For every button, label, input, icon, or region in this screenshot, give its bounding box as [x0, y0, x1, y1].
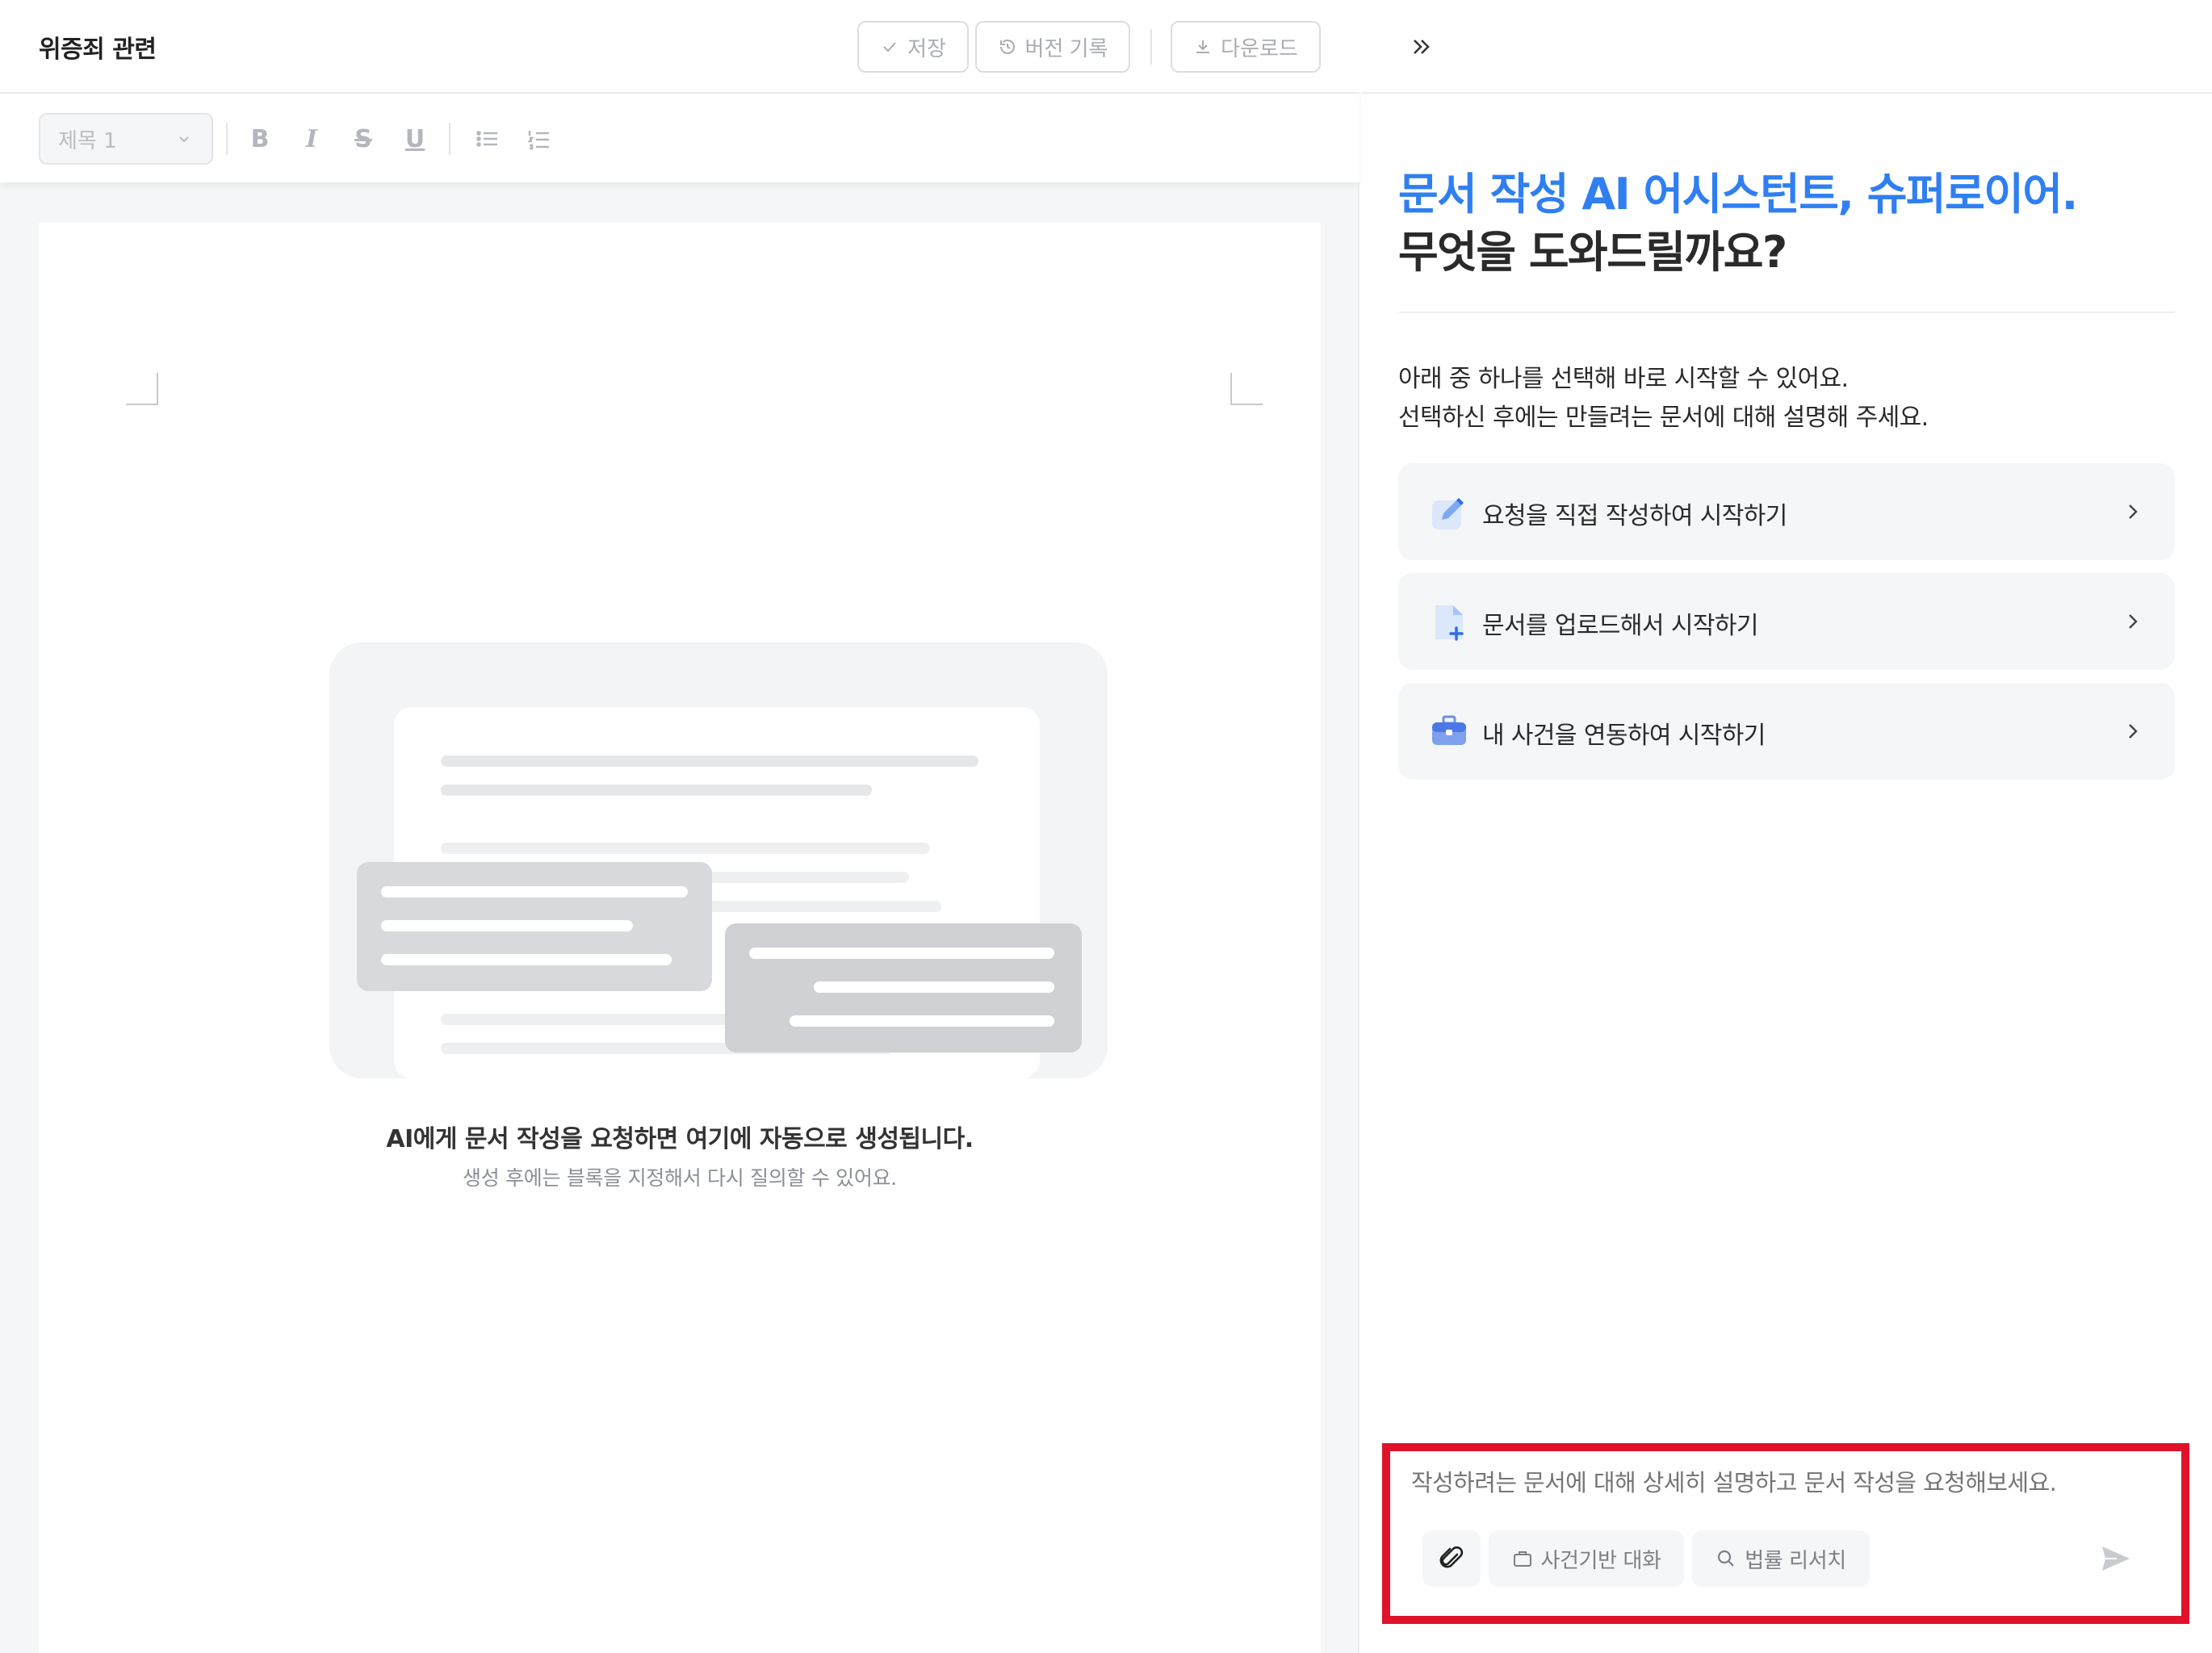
save-label: 저장: [907, 36, 946, 61]
bold-button[interactable]: B: [244, 123, 276, 155]
page-margin-marker: [1230, 373, 1263, 405]
double-chevron-right-icon: [1414, 40, 1430, 54]
version-history-label: 버전 기록: [1024, 36, 1108, 61]
chevron-down-icon: [179, 136, 189, 143]
history-icon: [999, 40, 1015, 54]
paperclip-icon: [1439, 1546, 1464, 1568]
prompt-input[interactable]: [1411, 1469, 2138, 1496]
assistant-greeting-title: 문서 작성 AI 어시스턴트, 슈퍼로이어.: [1398, 169, 2078, 220]
strikethrough-icon: S: [354, 124, 372, 153]
download-icon: [1196, 40, 1210, 53]
empty-state-illustration: [329, 642, 1108, 1078]
underline-icon: U: [404, 124, 425, 153]
briefcase-icon: [1513, 1551, 1531, 1567]
send-icon[interactable]: [2099, 1542, 2133, 1576]
document-page[interactable]: AI에게 문서 작성을 요청하면 여기에 자동으로 생성됩니다. 생성 후에는 …: [39, 223, 1321, 1653]
assistant-intro-text: 선택하신 후에는 만들려는 문서에 대해 설명해 주세요.: [1398, 404, 1929, 432]
briefcase-icon: [1432, 715, 1466, 745]
check-icon: [883, 42, 896, 52]
legal-research-label: 법률 리서치: [1745, 1548, 1846, 1573]
chevron-right-icon: [2129, 504, 2138, 519]
underline-button[interactable]: U: [399, 123, 431, 155]
option-upload-document[interactable]: 문서를 업로드해서 시작하기: [1398, 573, 2175, 670]
download-label: 다운로드: [1221, 36, 1298, 61]
option-label: 요청을 직접 작성하여 시작하기: [1482, 502, 1787, 530]
toolbar-divider: [1150, 29, 1152, 65]
empty-state-subtitle: 생성 후에는 블록을 지정해서 다시 질의할 수 있어요.: [463, 1166, 897, 1190]
option-write-request[interactable]: 요청을 직접 작성하여 시작하기: [1398, 463, 2175, 560]
collapse-panel-button[interactable]: [1405, 31, 1437, 63]
document-title[interactable]: 위증죄 관련: [39, 29, 157, 65]
chevron-right-icon: [2129, 724, 2138, 739]
case-based-chat-chip[interactable]: 사건기반 대화: [1489, 1530, 1684, 1587]
strikethrough-button[interactable]: S: [347, 123, 379, 155]
empty-state-title: AI에게 문서 작성을 요청하면 여기에 자동으로 생성됩니다.: [386, 1125, 974, 1153]
option-link-case[interactable]: 내 사건을 연동하여 시작하기: [1398, 683, 2175, 780]
attach-button[interactable]: [1422, 1530, 1481, 1587]
format-toolbar: 제목 1 B I S U: [0, 94, 1359, 182]
option-label: 문서를 업로드해서 시작하기: [1482, 612, 1758, 640]
format-divider: [449, 123, 450, 155]
bold-icon: B: [250, 124, 270, 153]
chat-composer: 사건기반 대화 법률 리서치: [1398, 1453, 2173, 1611]
assistant-header: [1361, 0, 2212, 94]
italic-icon: I: [305, 124, 318, 153]
page-margin-marker: [126, 373, 158, 405]
bullet-list-button[interactable]: [471, 123, 504, 155]
file-upload-icon: [1435, 605, 1464, 641]
version-history-button[interactable]: 버전 기록: [975, 21, 1130, 73]
legal-research-chip[interactable]: 법률 리서치: [1692, 1530, 1870, 1587]
editor-topbar: 위증죄 관련 저장 버전 기록 다운로드: [0, 0, 1359, 94]
heading-style-select[interactable]: 제목 1: [39, 113, 213, 165]
document-editor: 위증죄 관련 저장 버전 기록 다운로드 제목 1 B I S U AI에게 문…: [0, 0, 1359, 1653]
case-based-chat-label: 사건기반 대화: [1540, 1548, 1661, 1573]
option-label: 내 사건을 연동하여 시작하기: [1482, 722, 1766, 750]
assistant-divider: [1398, 312, 2175, 313]
edit-icon: [1432, 498, 1464, 529]
numbered-list-button[interactable]: [523, 123, 555, 155]
search-icon: [1718, 1550, 1735, 1567]
ai-assistant-panel: 문서 작성 AI 어시스턴트, 슈퍼로이어. 무엇을 도와드릴까요? 아래 중 …: [1361, 0, 2212, 1653]
heading-style-value: 제목 1: [58, 128, 117, 153]
numbered-list-icon: [527, 131, 549, 150]
assistant-intro-text: 아래 중 하나를 선택해 바로 시작할 수 있어요.: [1398, 365, 1849, 393]
save-button[interactable]: 저장: [857, 21, 969, 73]
download-button[interactable]: 다운로드: [1171, 21, 1321, 73]
bullet-list-icon: [476, 131, 497, 147]
format-divider: [226, 123, 228, 155]
italic-button[interactable]: I: [295, 123, 328, 155]
assistant-greeting-question: 무엇을 도와드릴까요?: [1398, 227, 1787, 278]
chevron-right-icon: [2129, 614, 2138, 629]
